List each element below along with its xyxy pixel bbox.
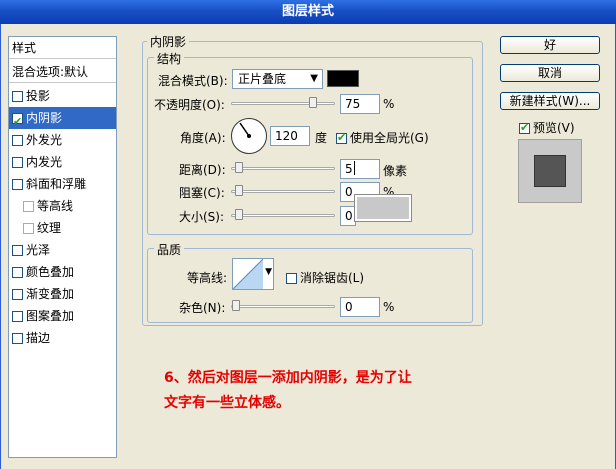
distance-slider-thumb[interactable]	[235, 162, 243, 173]
style-item-checkbox[interactable]	[12, 267, 23, 278]
style-item-label: 光泽	[26, 243, 51, 257]
contour-picker[interactable]: ▼	[232, 258, 274, 290]
title-bar: 图层样式	[0, 0, 616, 25]
style-item[interactable]: 外发光	[9, 129, 116, 151]
style-item[interactable]: 内阴影	[9, 107, 116, 133]
styles-header[interactable]: 样式	[9, 37, 116, 59]
style-item-checkbox[interactable]	[12, 135, 23, 146]
contour-curve-icon	[233, 259, 263, 289]
contour-dropdown-icon[interactable]: ▼	[265, 267, 272, 277]
blend-mode-select[interactable]: 正片叠底 ▼	[232, 69, 323, 89]
distance-value: 5	[345, 162, 353, 176]
blend-options-item[interactable]: 混合选项:默认	[9, 61, 116, 83]
size-label: 大小(S):	[179, 210, 225, 224]
blend-mode-label: 混合模式(B):	[158, 74, 228, 88]
angle-label: 角度(A):	[180, 131, 226, 145]
style-item-checkbox[interactable]	[12, 157, 23, 168]
style-item[interactable]: 渐变叠加	[9, 283, 116, 305]
style-item-label: 外发光	[26, 133, 63, 147]
style-item-checkbox[interactable]	[23, 223, 34, 234]
angle-dial[interactable]	[231, 118, 267, 154]
style-item[interactable]: 颜色叠加	[9, 261, 116, 283]
style-preview-thumbnail	[518, 139, 582, 203]
opacity-input[interactable]: 75	[340, 94, 380, 114]
new-style-button[interactable]: 新建样式(W)...	[500, 92, 600, 110]
style-item-checkbox[interactable]	[12, 111, 23, 133]
style-item-checkbox[interactable]	[12, 245, 23, 256]
noise-slider[interactable]	[231, 305, 335, 308]
opacity-slider-thumb[interactable]	[309, 97, 317, 108]
style-item-checkbox[interactable]	[12, 333, 23, 344]
angle-needle-icon	[239, 122, 251, 138]
preview-checkbox[interactable]: 预览(V)	[519, 119, 575, 136]
styles-list: 样式 混合选项:默认 投影内阴影外发光内发光斜面和浮雕等高线纹理光泽颜色叠加渐变…	[8, 36, 117, 458]
style-item-label: 颜色叠加	[26, 265, 75, 279]
angle-input[interactable]: 120	[270, 126, 310, 146]
style-item-checkbox[interactable]	[23, 201, 34, 212]
style-item[interactable]: 内发光	[9, 151, 116, 173]
choke-label: 阻塞(C):	[179, 186, 225, 200]
shadow-color-swatch[interactable]	[327, 70, 359, 87]
style-item-label: 投影	[26, 89, 51, 103]
style-item-checkbox[interactable]	[12, 179, 23, 190]
instruction-text-line-1: 6、然后对图层一添加内阴影，是为了让	[164, 370, 412, 386]
instruction-text-line-2: 文字有一些立体感。	[164, 395, 290, 411]
distance-unit: 像素	[383, 164, 408, 178]
size-preview-swatch	[354, 194, 412, 222]
size-input[interactable]: 0	[340, 206, 356, 226]
global-light-label: 使用全局光(G)	[350, 131, 429, 145]
style-item-checkbox[interactable]	[12, 91, 23, 102]
style-item[interactable]: 光泽	[9, 239, 116, 261]
style-item-label: 渐变叠加	[26, 287, 75, 301]
choke-slider[interactable]	[231, 190, 335, 193]
opacity-slider[interactable]	[231, 102, 335, 105]
text-caret	[353, 161, 355, 175]
distance-input[interactable]: 5	[340, 159, 380, 179]
noise-label: 杂色(N):	[179, 301, 226, 315]
noise-slider-thumb[interactable]	[232, 300, 240, 311]
style-item[interactable]: 图案叠加	[9, 305, 116, 327]
chevron-down-icon: ▼	[310, 73, 318, 84]
opacity-unit: %	[383, 97, 395, 111]
inner-shadow-title: 内阴影	[147, 33, 190, 50]
style-item-checkbox[interactable]	[12, 289, 23, 300]
global-light-checkbox[interactable]: 使用全局光(G)	[336, 129, 429, 146]
preview-label: 预览(V)	[533, 121, 575, 135]
antialias-checkbox[interactable]: 消除锯齿(L)	[286, 269, 364, 286]
preview-check[interactable]	[519, 121, 530, 134]
antialias-check[interactable]	[286, 273, 297, 284]
style-item-label: 内发光	[26, 155, 63, 169]
noise-input[interactable]: 0	[340, 297, 380, 317]
size-slider-thumb[interactable]	[235, 209, 243, 220]
style-item[interactable]: 斜面和浮雕	[9, 173, 116, 195]
style-item-label: 描边	[26, 331, 51, 345]
ok-button[interactable]: 好	[500, 36, 600, 54]
style-item-label: 等高线	[37, 199, 74, 213]
style-item-label: 纹理	[37, 221, 62, 235]
cancel-button[interactable]: 取消	[500, 64, 600, 82]
size-slider[interactable]	[231, 214, 335, 217]
noise-unit: %	[383, 300, 395, 314]
style-item[interactable]: 纹理	[9, 217, 116, 239]
opacity-label: 不透明度(O):	[154, 98, 225, 112]
blend-mode-value: 正片叠底	[238, 72, 287, 86]
style-item[interactable]: 投影	[9, 85, 116, 107]
style-item-label: 斜面和浮雕	[26, 177, 87, 191]
distance-label: 距离(D):	[179, 163, 226, 177]
style-item-checkbox[interactable]	[12, 311, 23, 322]
contour-label: 等高线:	[187, 271, 228, 285]
style-item[interactable]: 描边	[9, 327, 116, 349]
structure-title: 结构	[154, 50, 185, 67]
choke-slider-thumb[interactable]	[235, 185, 243, 196]
style-item-label: 图案叠加	[26, 309, 75, 323]
window-title: 图层样式	[281, 4, 334, 19]
antialias-label: 消除锯齿(L)	[300, 271, 365, 285]
distance-slider[interactable]	[231, 167, 335, 170]
preview-square	[534, 155, 566, 187]
style-item[interactable]: 等高线	[9, 195, 116, 217]
angle-unit: 度	[315, 131, 328, 145]
quality-title: 品质	[154, 241, 185, 258]
global-light-check[interactable]	[336, 131, 347, 144]
style-item-label: 内阴影	[26, 111, 63, 125]
